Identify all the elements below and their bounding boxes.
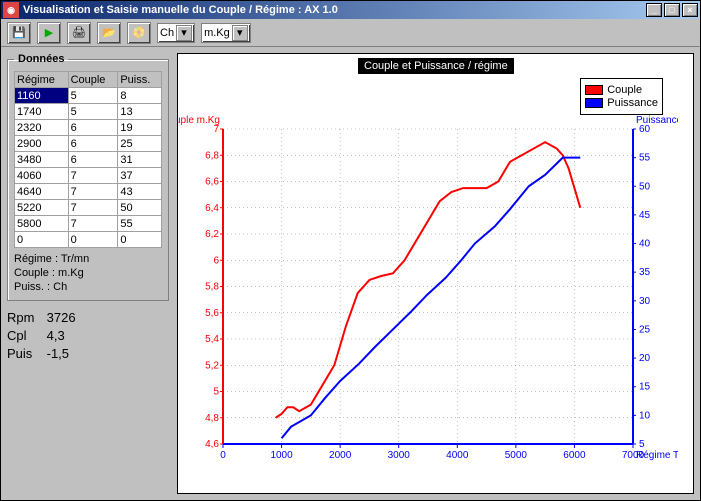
window-controls: _ □ ×: [646, 3, 698, 17]
svg-text:7: 7: [213, 124, 219, 135]
rpm-value: 3726: [47, 310, 76, 325]
table-row[interactable]: 5220750: [15, 200, 162, 216]
save-button[interactable]: 💾: [7, 22, 31, 44]
readout: Rpm 3726 Cpl 4,3 Puis -1,5: [7, 309, 169, 363]
app-icon: ◉: [3, 2, 19, 18]
svg-text:40: 40: [639, 239, 651, 250]
table-row[interactable]: 2320619: [15, 120, 162, 136]
svg-text:20: 20: [639, 353, 651, 364]
print-icon: 🖨: [72, 26, 86, 39]
titlebar: ◉ Visualisation et Saisie manuelle du Co…: [1, 1, 700, 19]
svg-text:10: 10: [639, 410, 651, 421]
data-legend: Données: [14, 53, 68, 65]
cpl-label: Cpl: [7, 327, 43, 345]
svg-text:2000: 2000: [329, 450, 352, 461]
play-button[interactable]: ▶: [37, 22, 61, 44]
svg-text:4000: 4000: [446, 450, 469, 461]
svg-text:3000: 3000: [388, 450, 411, 461]
col-header: Régime: [15, 72, 69, 88]
disk-icon: 💾: [12, 26, 26, 39]
svg-text:4,6: 4,6: [205, 439, 219, 450]
window: ◉ Visualisation et Saisie manuelle du Co…: [0, 0, 701, 501]
svg-text:60: 60: [639, 124, 651, 135]
svg-text:35: 35: [639, 267, 651, 278]
svg-text:30: 30: [639, 296, 651, 307]
save2-button[interactable]: 📀: [127, 22, 151, 44]
rpm-label: Rpm: [7, 309, 43, 327]
table-row[interactable]: 2900625: [15, 136, 162, 152]
table-row[interactable]: 3480631: [15, 152, 162, 168]
data-group: Données RégimeCouplePuiss. 1160581740513…: [7, 53, 169, 301]
chevron-down-icon: ▾: [232, 25, 248, 41]
maximize-button[interactable]: □: [664, 3, 680, 17]
svg-text:Régime Tr/mn: Régime Tr/mn: [636, 450, 678, 461]
load-button[interactable]: 📂: [97, 22, 121, 44]
print-button[interactable]: 🖨: [67, 22, 91, 44]
table-row[interactable]: 000: [15, 232, 162, 248]
table-row[interactable]: 116058: [15, 88, 162, 104]
svg-text:1000: 1000: [270, 450, 293, 461]
svg-text:5,6: 5,6: [205, 308, 219, 319]
svg-text:6,8: 6,8: [205, 150, 219, 161]
table-row[interactable]: 1740513: [15, 104, 162, 120]
window-title: Visualisation et Saisie manuelle du Coup…: [23, 4, 646, 16]
svg-text:5,4: 5,4: [205, 334, 219, 345]
svg-text:50: 50: [639, 181, 651, 192]
svg-text:15: 15: [639, 382, 651, 393]
folder-icon: 📂: [102, 26, 116, 39]
puis-value: -1,5: [47, 346, 69, 361]
table-row[interactable]: 4640743: [15, 184, 162, 200]
svg-text:6: 6: [213, 255, 219, 266]
svg-text:25: 25: [639, 324, 651, 335]
svg-text:5: 5: [213, 387, 219, 398]
close-button[interactable]: ×: [682, 3, 698, 17]
disk2-icon: 📀: [132, 26, 146, 39]
minimize-button[interactable]: _: [646, 3, 662, 17]
chevron-down-icon: ▾: [176, 25, 192, 41]
svg-text:0: 0: [220, 450, 226, 461]
svg-text:5: 5: [639, 439, 645, 450]
units-block: Régime : Tr/mnCouple : m.KgPuiss. : Ch: [14, 252, 162, 294]
svg-text:4,8: 4,8: [205, 413, 219, 424]
svg-text:5,2: 5,2: [205, 360, 219, 371]
left-panel: Données RégimeCouplePuiss. 1160581740513…: [7, 53, 169, 494]
unit-torque-dropdown[interactable]: m.Kg▾: [201, 23, 251, 43]
svg-text:6,2: 6,2: [205, 229, 219, 240]
svg-text:55: 55: [639, 153, 651, 164]
table-row[interactable]: 5800755: [15, 216, 162, 232]
play-icon: ▶: [45, 26, 53, 39]
svg-text:45: 45: [639, 210, 651, 221]
chart-pane: Couple et Puissance / régime CouplePuiss…: [177, 53, 694, 494]
content: Données RégimeCouplePuiss. 1160581740513…: [1, 47, 700, 500]
toolbar: 💾 ▶ 🖨 📂 📀 Ch▾ m.Kg▾: [1, 19, 700, 47]
svg-text:5000: 5000: [505, 450, 528, 461]
table-row[interactable]: 4060737: [15, 168, 162, 184]
data-table[interactable]: RégimeCouplePuiss. 116058174051323206192…: [14, 71, 162, 248]
unit-power-dropdown[interactable]: Ch▾: [157, 23, 195, 43]
svg-text:6,4: 6,4: [205, 203, 219, 214]
svg-text:6,6: 6,6: [205, 177, 219, 188]
chart-svg: Couple m.Kg4,64,855,25,45,65,866,26,46,6…: [178, 54, 678, 484]
cpl-value: 4,3: [47, 328, 65, 343]
svg-text:6000: 6000: [563, 450, 586, 461]
svg-text:5,8: 5,8: [205, 282, 219, 293]
puis-label: Puis: [7, 345, 43, 363]
col-header: Puiss.: [118, 72, 162, 88]
col-header: Couple: [68, 72, 118, 88]
